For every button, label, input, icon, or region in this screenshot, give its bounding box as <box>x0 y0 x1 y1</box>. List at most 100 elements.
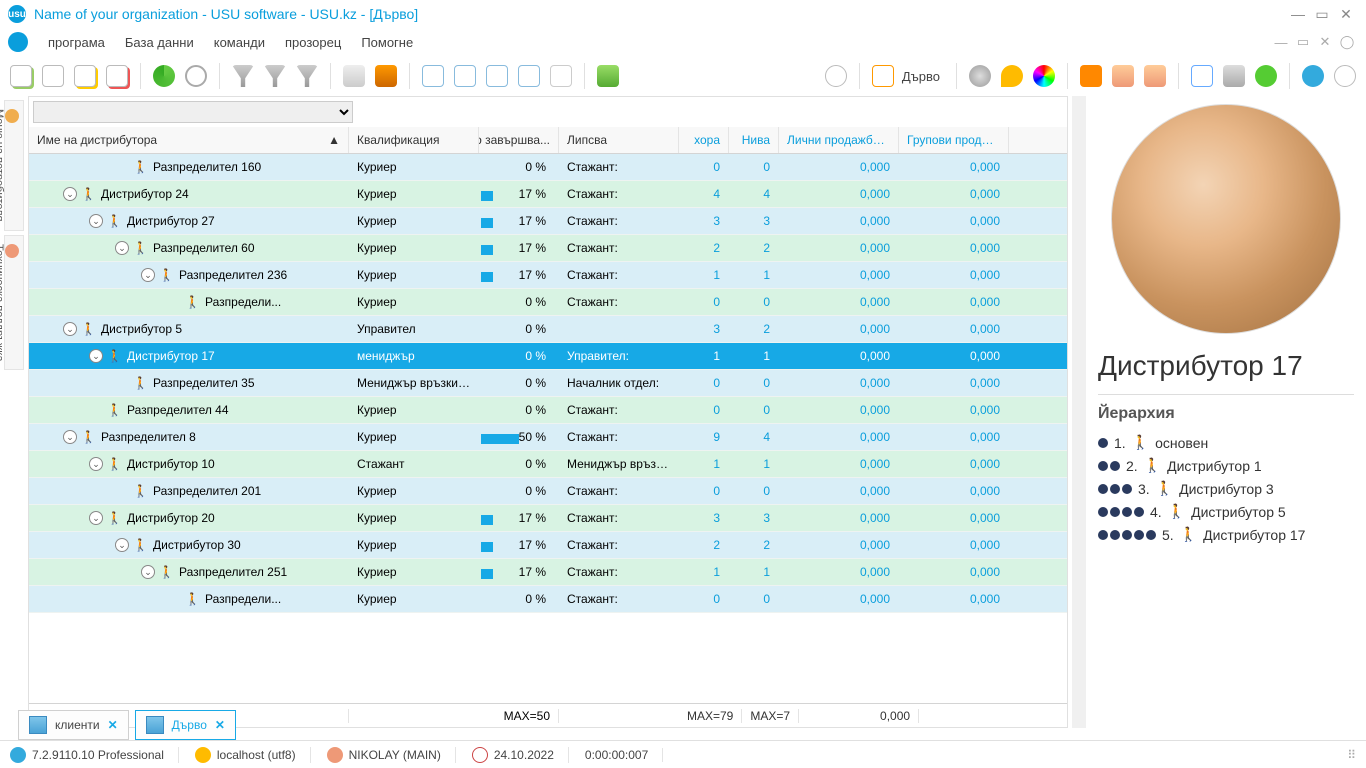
circle-icon[interactable] <box>823 63 849 89</box>
filter-clear-icon[interactable] <box>294 63 320 89</box>
delete-icon[interactable] <box>104 63 130 89</box>
calendar-icon[interactable] <box>1189 63 1215 89</box>
row-personal-sales: 0,000 <box>779 457 899 471</box>
child-minimize-icon[interactable]: — <box>1270 35 1292 50</box>
table-row[interactable]: ⌄🚶Дистрибутор 10Стажант0 %Мениджър връзк… <box>29 451 1067 478</box>
expand-icon[interactable]: ⌄ <box>141 268 155 282</box>
menu-database[interactable]: База данни <box>115 35 204 50</box>
expand-icon[interactable]: ⌄ <box>63 322 77 336</box>
table-row[interactable]: ⌄🚶Разпределител 251Куриер17 %Стажант:110… <box>29 559 1067 586</box>
expand-icon[interactable]: ⌄ <box>89 349 103 363</box>
expand-icon[interactable]: ⌄ <box>63 187 77 201</box>
menu-window[interactable]: прозорец <box>275 35 351 50</box>
menu-commands[interactable]: команди <box>204 35 275 50</box>
table-row[interactable]: ⌄🚶Разпределител 8Куриер50 %Стажант:940,0… <box>29 424 1067 451</box>
info-icon[interactable] <box>1300 63 1326 89</box>
doc-tab-tree[interactable]: Дърво ✕ <box>135 710 236 740</box>
table-row[interactable]: ⌄🚶Дистрибутор 27Куриер17 %Стажант:330,00… <box>29 208 1067 235</box>
tree-collapse-icon[interactable] <box>484 63 510 89</box>
table-row[interactable]: 🚶Разпределител 35Мениджър връзки с к...0… <box>29 370 1067 397</box>
table-row[interactable]: ⌄🚶Разпределител 60Куриер17 %Стажант:220,… <box>29 235 1067 262</box>
menu-program[interactable]: програма <box>38 35 115 50</box>
download-icon[interactable] <box>595 63 621 89</box>
new-doc-icon[interactable] <box>8 63 34 89</box>
refresh-icon[interactable] <box>151 63 177 89</box>
expand-icon[interactable]: ⌄ <box>89 457 103 471</box>
hierarchy-item[interactable]: 5. 🚶Дистрибутор 17 <box>1098 523 1354 546</box>
print-icon[interactable] <box>1221 63 1247 89</box>
child-restore-icon[interactable]: ▭ <box>1292 34 1314 50</box>
image-icon[interactable] <box>373 63 399 89</box>
col-missing[interactable]: Липсва <box>559 127 679 153</box>
table-row[interactable]: ⌄🚶Дистрибутор 30Куриер17 %Стажант:220,00… <box>29 532 1067 559</box>
table-row[interactable]: 🚶Разпределител 160Куриер0 %Стажант:000,0… <box>29 154 1067 181</box>
help-icon[interactable] <box>1332 63 1358 89</box>
child-help-icon[interactable]: ◯ <box>1336 34 1358 50</box>
close-tab-icon[interactable]: ✕ <box>215 718 225 732</box>
flag-icon[interactable] <box>341 63 367 89</box>
row-levels: 0 <box>729 376 779 390</box>
expand-icon[interactable]: ⌄ <box>141 565 155 579</box>
expand-icon[interactable]: ⌄ <box>115 538 129 552</box>
col-people[interactable]: хора <box>679 127 729 153</box>
table-row[interactable]: ⌄🚶Дистрибутор 24Куриер17 %Стажант:440,00… <box>29 181 1067 208</box>
users-icon[interactable] <box>1142 63 1168 89</box>
location-icon[interactable] <box>999 63 1025 89</box>
tree-view-icon[interactable] <box>870 63 896 89</box>
filter-applied-icon[interactable] <box>262 63 288 89</box>
table-row[interactable]: 🚶Разпределител 201Куриер0 %Стажант:000,0… <box>29 478 1067 505</box>
expand-icon[interactable]: ⌄ <box>89 511 103 525</box>
expand-icon[interactable]: ⌄ <box>89 214 103 228</box>
table-row[interactable]: ⌄🚶Дистрибутор 20Куриер17 %Стажант:330,00… <box>29 505 1067 532</box>
hierarchy-item[interactable]: 3. 🚶Дистрибутор 3 <box>1098 477 1354 500</box>
notes-icon[interactable] <box>548 63 574 89</box>
gear-icon[interactable] <box>967 63 993 89</box>
hierarchy-item[interactable]: 2. 🚶Дистрибутор 1 <box>1098 454 1354 477</box>
left-tab-user-menu[interactable]: Меню на потребителя <box>4 100 24 231</box>
col-personal-sales[interactable]: Лични продажби. 1 м... <box>779 127 899 153</box>
table-row[interactable]: ⌄🚶Дистрибутор 17мениджър0 %Управител:110… <box>29 343 1067 370</box>
go-icon[interactable] <box>1253 63 1279 89</box>
expand-icon[interactable]: ⌄ <box>63 430 77 444</box>
table-row[interactable]: 🚶Разпределител 44Куриер0 %Стажант:000,00… <box>29 397 1067 424</box>
user-add-icon[interactable] <box>1110 63 1136 89</box>
edit-icon[interactable] <box>72 63 98 89</box>
resize-grip-icon[interactable]: ⠿ <box>1347 748 1356 762</box>
hierarchy-item[interactable]: 4. 🚶Дистрибутор 5 <box>1098 500 1354 523</box>
close-tab-icon[interactable]: ✕ <box>108 718 118 732</box>
menu-help[interactable]: Помогне <box>351 35 423 50</box>
table-row[interactable]: ⌄🚶Дистрибутор 5Управител0 %320,0000,000 <box>29 316 1067 343</box>
col-qualification[interactable]: Квалификация <box>349 127 479 153</box>
row-missing: Стажант: <box>559 511 679 525</box>
col-name[interactable]: Име на дистрибутора ▲ <box>29 127 349 153</box>
close-icon[interactable]: ✕ <box>1334 6 1358 23</box>
search-icon[interactable] <box>183 63 209 89</box>
expand-icon[interactable]: ⌄ <box>115 241 129 255</box>
rss-icon[interactable] <box>1078 63 1104 89</box>
table-row[interactable]: 🚶Разпредели...Куриер0 %Стажант:000,0000,… <box>29 586 1067 613</box>
minimize-icon[interactable]: — <box>1286 6 1310 22</box>
left-tab-label: Меню на потребителя <box>0 109 5 222</box>
table-row[interactable]: ⌄🚶Разпределител 236Куриер17 %Стажант:110… <box>29 262 1067 289</box>
hierarchy-item[interactable]: 1. 🚶основен <box>1098 431 1354 454</box>
col-group-sales[interactable]: Групови продажб... <box>899 127 1009 153</box>
list-icon[interactable] <box>420 63 446 89</box>
filter-dropdown[interactable] <box>33 101 353 123</box>
row-people: 0 <box>679 160 729 174</box>
tree-expand-icon[interactable] <box>452 63 478 89</box>
doc-tab-clients[interactable]: клиенти ✕ <box>18 710 129 740</box>
vertical-scrollbar[interactable] <box>1072 96 1086 728</box>
col-progress[interactable]: До завършва... <box>479 127 559 153</box>
color-icon[interactable] <box>1031 63 1057 89</box>
row-name: Разпределител 35 <box>153 376 255 390</box>
child-close-icon[interactable]: ✕ <box>1314 34 1336 50</box>
col-levels[interactable]: Нива <box>729 127 779 153</box>
hierarchy-label: Дистрибутор 5 <box>1191 504 1286 520</box>
filter-icon[interactable] <box>230 63 256 89</box>
table-row[interactable]: 🚶Разпредели...Куриер0 %Стажант:000,0000,… <box>29 289 1067 316</box>
grid-body[interactable]: 🚶Разпределител 160Куриер0 %Стажант:000,0… <box>29 154 1067 703</box>
tree-move-icon[interactable] <box>516 63 542 89</box>
left-tab-support[interactable]: Техническа поддръжка <box>4 235 24 370</box>
maximize-icon[interactable]: ▭ <box>1310 6 1334 23</box>
open-doc-icon[interactable] <box>40 63 66 89</box>
